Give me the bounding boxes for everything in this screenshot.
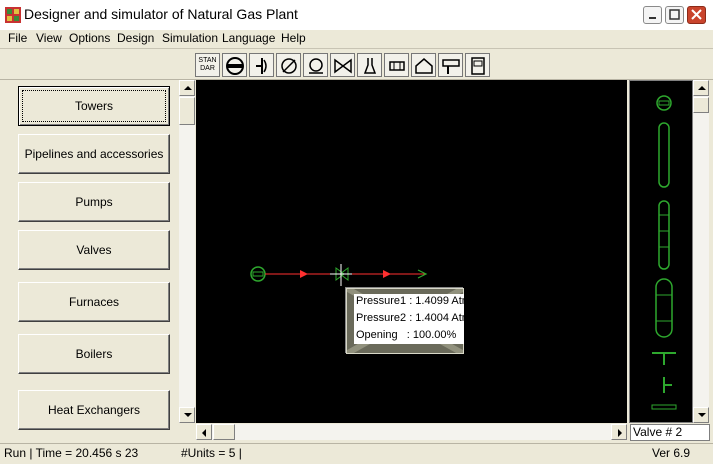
- menu-design[interactable]: Design: [117, 31, 154, 45]
- orifice-tool-button[interactable]: [276, 53, 301, 77]
- status-bar: Run | Time = 20.456 s 23 #Units = 5 | Ve…: [0, 443, 713, 464]
- furnace-tool-button[interactable]: [411, 53, 436, 77]
- menu-file[interactable]: File: [8, 31, 27, 45]
- heat-exchanger-tool-button[interactable]: [384, 53, 409, 77]
- towers-button[interactable]: Towers: [18, 86, 170, 126]
- arrow-down-icon: [184, 413, 192, 417]
- flow-arrow-icon: [300, 270, 308, 278]
- close-button[interactable]: [687, 6, 706, 24]
- app-icon: [5, 7, 21, 23]
- furnace-icon: [415, 58, 433, 74]
- boiler-icon: [442, 59, 460, 74]
- canvas-vertical-scrollbar[interactable]: [179, 80, 195, 423]
- menu-language[interactable]: Language: [222, 31, 275, 45]
- flask-tool-button[interactable]: [357, 53, 382, 77]
- palette-connector-icon[interactable]: [651, 404, 677, 410]
- pump-icon: [309, 58, 323, 74]
- menu-options[interactable]: Options: [69, 31, 110, 45]
- minimize-icon: [649, 17, 656, 19]
- pressure1-readout: Pressure1 : 1.4099 Atm: [356, 295, 471, 307]
- tower-tool-button[interactable]: [222, 53, 247, 77]
- window-title: Designer and simulator of Natural Gas Pl…: [24, 6, 298, 22]
- panel-tool-button[interactable]: [465, 53, 490, 77]
- menu-simulation[interactable]: Simulation: [162, 31, 218, 45]
- valve-info-popup: Pressure1 : 1.4099 Atm Pressure2 : 1.400…: [345, 287, 471, 354]
- pumps-label: Pumps: [75, 195, 113, 209]
- flow-arrow-icon: [383, 270, 391, 278]
- palette-drum-icon[interactable]: [656, 95, 672, 111]
- boilers-button[interactable]: Boilers: [18, 334, 170, 374]
- arrow-right-icon: [618, 429, 622, 437]
- maximize-button[interactable]: [665, 6, 684, 24]
- close-icon: [691, 9, 702, 20]
- category-panel: Towers Pipelines and accessories Pumps V…: [0, 80, 178, 442]
- palette-scrollbar[interactable]: [693, 80, 709, 423]
- scroll-left-button[interactable]: [196, 424, 212, 440]
- pipelines-label: Pipelines and accessories: [24, 147, 164, 161]
- maximize-icon: [669, 9, 680, 20]
- palette-elbow-icon[interactable]: [663, 377, 672, 393]
- valves-label: Valves: [76, 243, 112, 257]
- palette-vessel-icon[interactable]: [655, 278, 673, 338]
- palette-column-icon[interactable]: [658, 122, 670, 188]
- valves-button[interactable]: Valves: [18, 230, 170, 270]
- run-time-status: Run | Time = 20.456 s 23: [4, 446, 139, 460]
- pipelines-button[interactable]: Pipelines and accessories: [18, 134, 170, 174]
- orifice-icon: [281, 58, 297, 74]
- palette-scroll-thumb[interactable]: [693, 97, 709, 113]
- popup-text-area: Pressure1 : 1.4099 Atm Pressure2 : 1.400…: [354, 294, 471, 344]
- title-bar: Designer and simulator of Natural Gas Pl…: [0, 0, 713, 31]
- scroll-down-button[interactable]: [179, 407, 195, 423]
- tower-icon: [226, 57, 244, 75]
- design-canvas[interactable]: [196, 80, 627, 423]
- component-palette: [629, 80, 693, 423]
- valve-tool-button[interactable]: [330, 53, 355, 77]
- palette-scroll-up-button[interactable]: [693, 80, 709, 96]
- crosshair-cursor-icon: [330, 264, 352, 286]
- panel-icon: [471, 57, 485, 75]
- heat-exchangers-label: Heat Exchangers: [47, 403, 141, 417]
- boilers-label: Boilers: [75, 347, 113, 361]
- furnaces-button[interactable]: Furnaces: [18, 282, 170, 322]
- palette-tee-icon[interactable]: [652, 352, 676, 365]
- menu-help[interactable]: Help: [281, 31, 306, 45]
- scroll-up-button[interactable]: [179, 80, 195, 96]
- arrow-down-icon: [698, 413, 706, 417]
- toolbar: STAN DAR: [0, 49, 713, 80]
- opening-readout: Opening : 100.00%: [356, 329, 457, 341]
- valve-icon: [334, 58, 352, 74]
- units-count-status: #Units = 5 |: [181, 446, 242, 460]
- canvas-horizontal-scrollbar[interactable]: [196, 424, 627, 440]
- hscroll-thumb[interactable]: [213, 424, 235, 440]
- source-node-icon: [250, 266, 266, 282]
- pressure2-readout: Pressure2 : 1.4004 Atm: [356, 312, 471, 324]
- pipe-branch-tool-button[interactable]: [249, 53, 274, 77]
- heat-exchangers-button[interactable]: Heat Exchangers: [18, 390, 170, 430]
- arrow-up-icon: [698, 86, 706, 90]
- menu-view[interactable]: View: [36, 31, 62, 45]
- standard-icon: STAN DAR: [198, 57, 217, 72]
- focus-ring: [22, 90, 166, 122]
- pump-tool-button[interactable]: [303, 53, 328, 77]
- flow-diagram: [250, 264, 428, 286]
- palette-tray-tower-icon[interactable]: [658, 200, 670, 270]
- palette-scroll-down-button[interactable]: [693, 407, 709, 423]
- arrow-left-icon: [202, 429, 206, 437]
- furnaces-label: Furnaces: [68, 295, 120, 309]
- boiler-tool-button[interactable]: [438, 53, 463, 77]
- flask-icon: [363, 58, 377, 74]
- arrow-up-icon: [184, 86, 192, 90]
- minimize-button[interactable]: [643, 6, 662, 24]
- pipe-branch-icon: [256, 58, 267, 74]
- standard-button[interactable]: STAN DAR: [195, 53, 220, 77]
- pumps-button[interactable]: Pumps: [18, 182, 170, 222]
- selected-unit-field[interactable]: Valve # 2: [630, 424, 710, 441]
- scroll-right-button[interactable]: [611, 424, 627, 440]
- scroll-thumb[interactable]: [179, 97, 195, 125]
- heat-exchanger-icon: [389, 61, 405, 71]
- version-status: Ver 6.9: [652, 446, 691, 460]
- palette-items: [651, 95, 677, 410]
- menu-bar: File View Options Design Simulation Lang…: [0, 30, 713, 49]
